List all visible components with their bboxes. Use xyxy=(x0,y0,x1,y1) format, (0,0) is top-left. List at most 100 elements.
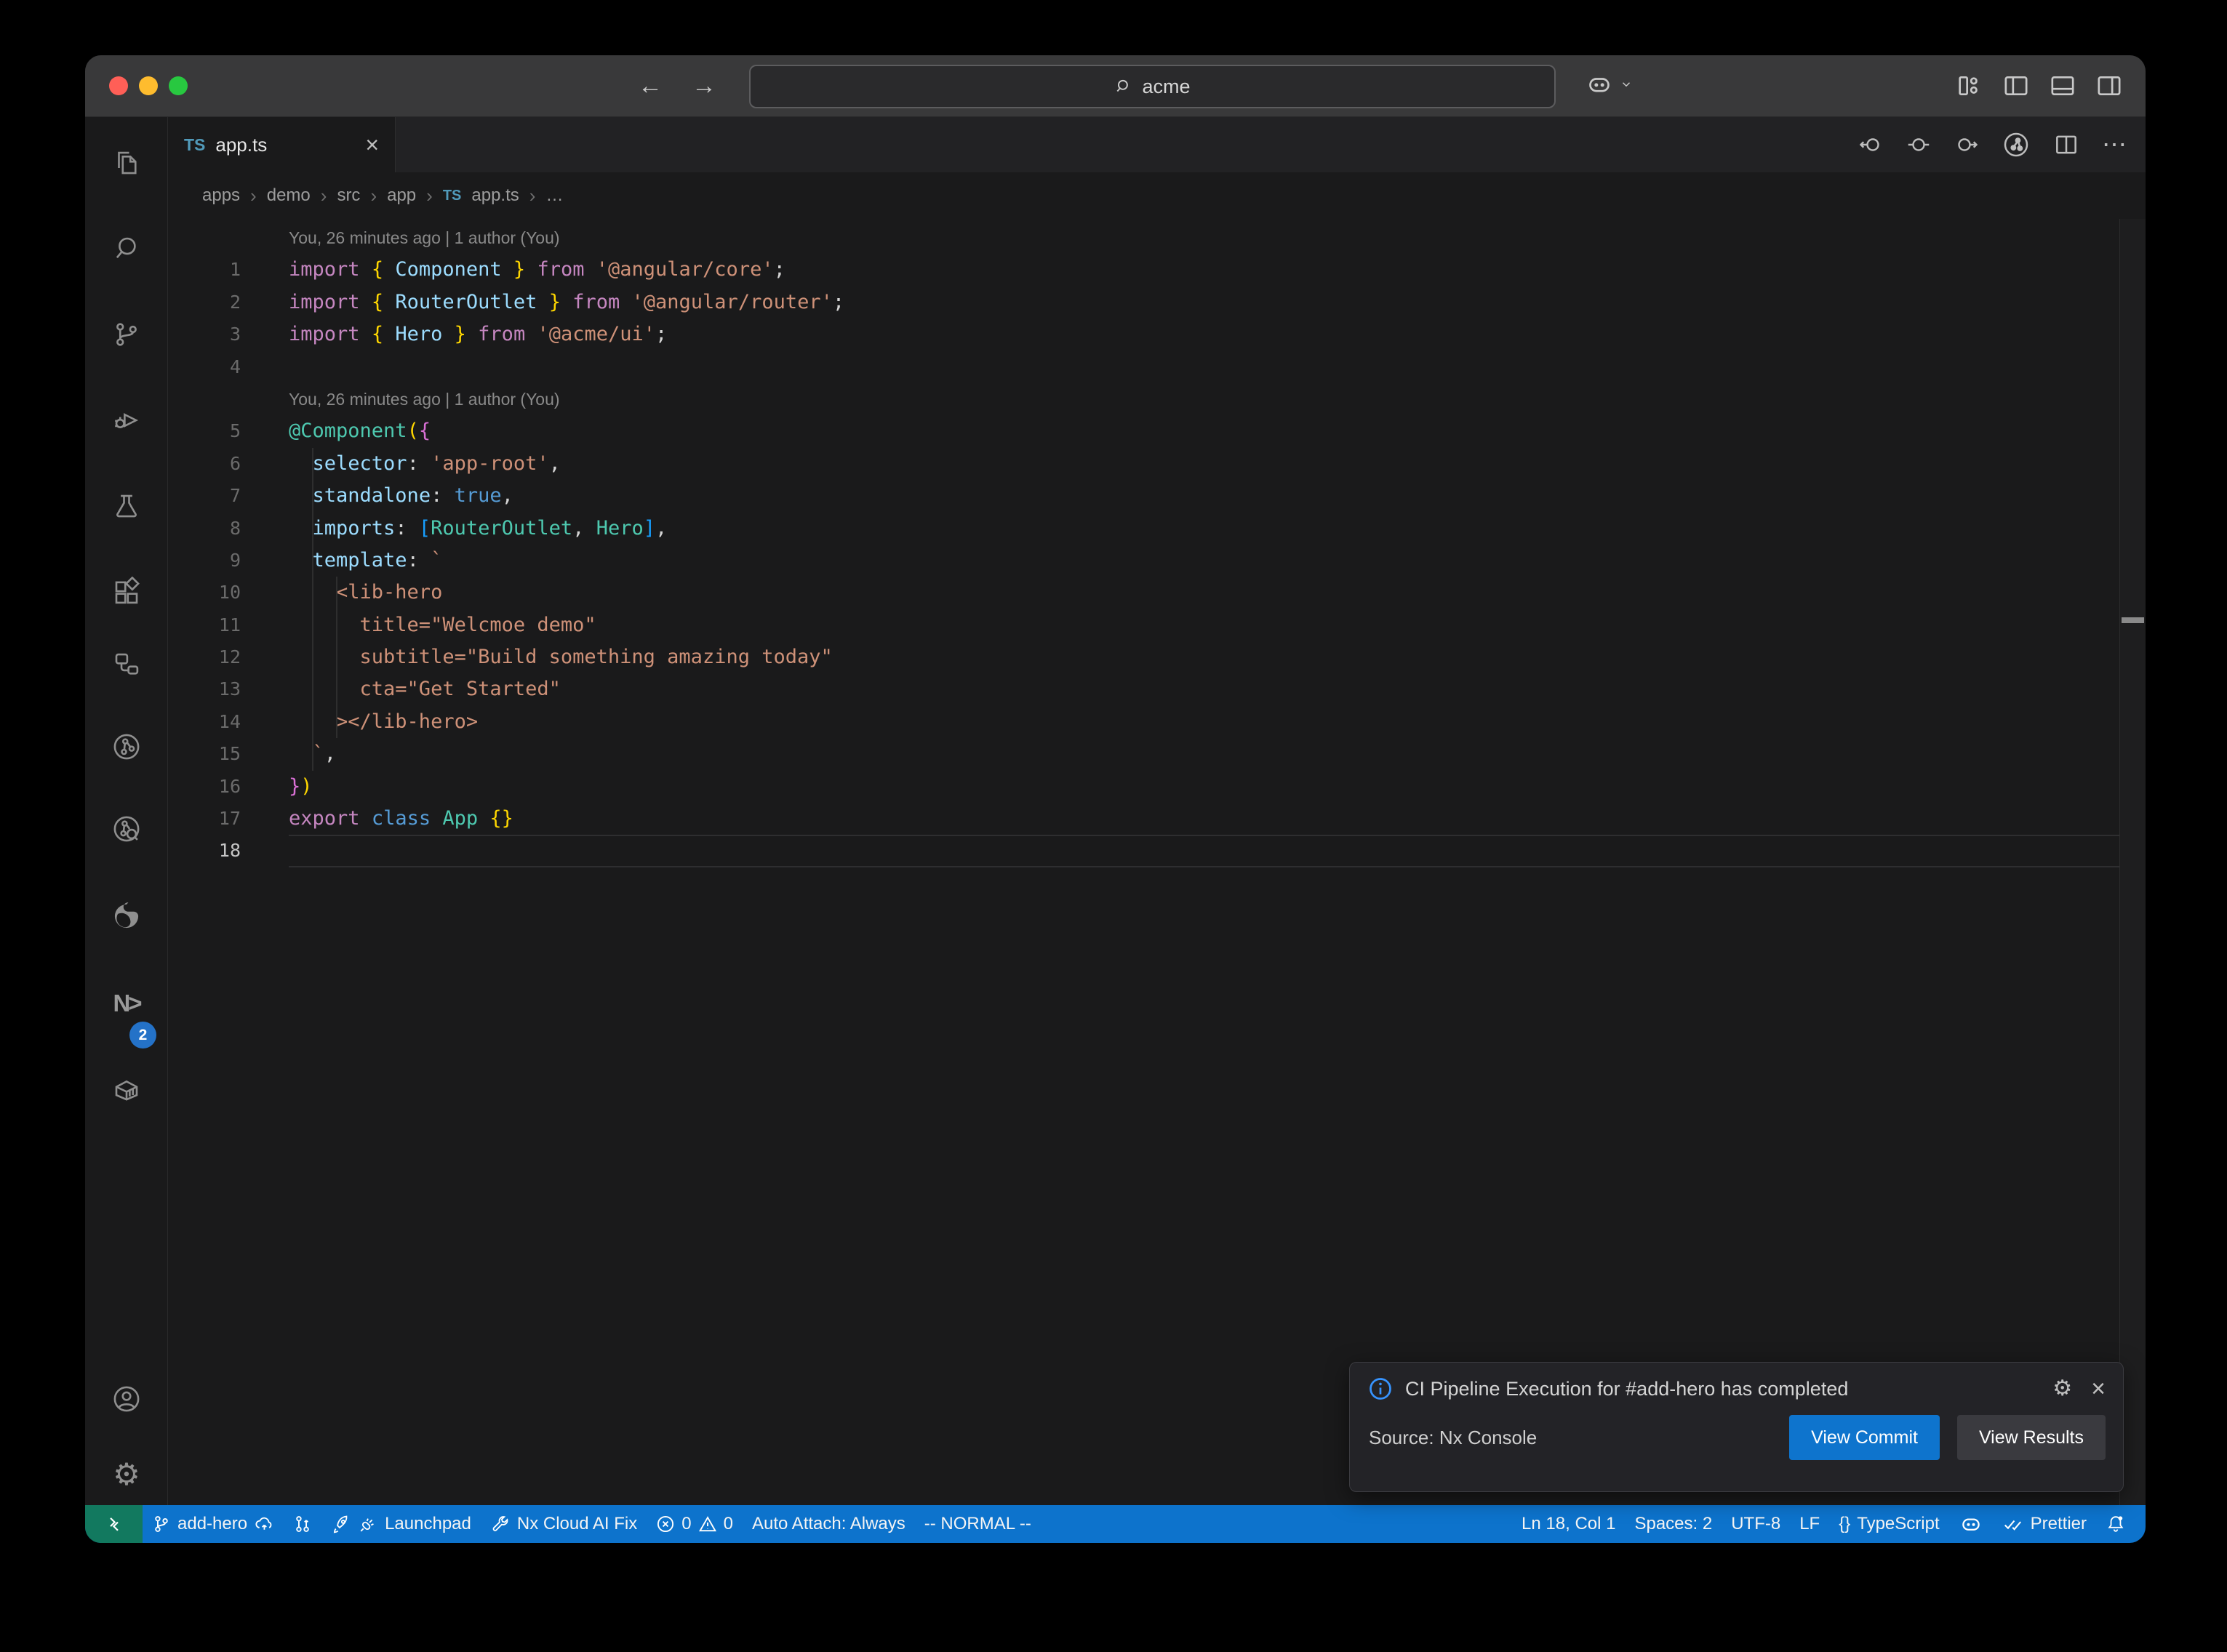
code-row[interactable]: 12 subtitle="Build something amazing tod… xyxy=(168,641,2120,673)
code-row[interactable]: 18 xyxy=(168,835,2120,867)
code-row[interactable]: 2import { RouterOutlet } from '@angular/… xyxy=(168,286,2120,318)
warning-count: 0 xyxy=(724,1514,733,1534)
code-row[interactable]: 13 cta="Get Started" xyxy=(168,673,2120,705)
toggle-primary-sidebar-icon[interactable] xyxy=(2002,71,2031,100)
explorer-icon[interactable] xyxy=(111,147,143,179)
code-area[interactable]: You, 26 minutes ago | 1 author (You) 1imp… xyxy=(168,222,2120,867)
code-row[interactable]: 1import { Component } from '@angular/cor… xyxy=(168,254,2120,286)
blame-annotation: You, 26 minutes ago | 1 author (You) xyxy=(289,383,2120,415)
close-window-button[interactable] xyxy=(109,76,128,95)
code-row[interactable]: 3import { Hero } from '@acme/ui'; xyxy=(168,318,2120,350)
problems-status[interactable]: 0 0 xyxy=(647,1505,743,1543)
minimize-window-button[interactable] xyxy=(139,76,158,95)
auto-attach-status[interactable]: Auto Attach: Always xyxy=(743,1505,915,1543)
code-line: standalone: true, xyxy=(289,480,2120,512)
console-icon[interactable] xyxy=(111,900,143,932)
nx-console-icon[interactable]: N> xyxy=(111,987,143,1019)
overview-ruler[interactable] xyxy=(2119,219,2146,1505)
breadcrumb-item[interactable]: src xyxy=(337,185,360,206)
nx-graph-search-icon[interactable] xyxy=(111,813,143,845)
code-row[interactable]: 5@Component({ xyxy=(168,415,2120,447)
account-icon[interactable] xyxy=(111,1383,143,1415)
previous-change-icon[interactable] xyxy=(1858,132,1884,158)
code-row[interactable]: 8 imports: [RouterOutlet, Hero], xyxy=(168,513,2120,545)
testing-icon[interactable] xyxy=(111,490,143,522)
status-left: add-hero Launc xyxy=(143,1505,1041,1543)
encoding-status[interactable]: UTF-8 xyxy=(1722,1505,1790,1543)
code-line xyxy=(289,351,2120,383)
cloud-upload-icon xyxy=(254,1514,274,1534)
command-center-search[interactable]: acme xyxy=(749,65,1556,108)
next-change-icon[interactable] xyxy=(1954,132,1980,158)
vim-mode-status[interactable]: -- NORMAL -- xyxy=(915,1505,1041,1543)
line-number: 3 xyxy=(168,318,289,350)
branch-status[interactable]: add-hero xyxy=(143,1505,284,1543)
line-number: 11 xyxy=(168,609,289,641)
line-number xyxy=(168,222,289,254)
breadcrumb-item[interactable]: demo xyxy=(267,185,311,206)
code-row[interactable]: 11 title="Welcmoe demo" xyxy=(168,609,2120,641)
view-commit-button[interactable]: View Commit xyxy=(1789,1415,1940,1460)
chevron-right-icon: › xyxy=(426,185,433,207)
typescript-file-icon: TS xyxy=(443,188,462,204)
customize-layout-icon[interactable] xyxy=(1955,71,1984,100)
cursor-position-status[interactable]: Ln 18, Col 1 xyxy=(1512,1505,1625,1543)
container-icon[interactable] xyxy=(111,1075,143,1107)
language-status[interactable]: {} TypeScript xyxy=(1829,1505,1948,1543)
project-structure-icon[interactable] xyxy=(111,649,143,681)
copilot-menu[interactable] xyxy=(1585,70,1633,99)
extensions-icon[interactable] xyxy=(111,576,143,608)
git-compare-status[interactable] xyxy=(284,1505,321,1543)
code-row[interactable]: 10 <lib-hero xyxy=(168,577,2120,609)
remote-indicator[interactable] xyxy=(85,1505,143,1543)
breadcrumb-item[interactable]: app xyxy=(387,185,416,206)
close-tab-icon[interactable]: × xyxy=(365,133,379,156)
back-icon[interactable]: ← xyxy=(638,72,663,100)
code-editor[interactable]: You, 26 minutes ago | 1 author (You) 1imp… xyxy=(168,219,2146,1505)
breadcrumb-item[interactable]: apps xyxy=(202,185,240,206)
view-results-button[interactable]: View Results xyxy=(1957,1415,2106,1460)
toggle-panel-icon[interactable] xyxy=(2048,71,2077,100)
rocket-icon xyxy=(331,1514,351,1534)
run-debug-icon[interactable] xyxy=(111,404,143,436)
formatter-status[interactable]: Prettier xyxy=(1993,1505,2096,1543)
code-row[interactable]: 4 xyxy=(168,351,2120,383)
notifications-bell[interactable] xyxy=(2096,1505,2135,1543)
toggle-secondary-sidebar-icon[interactable] xyxy=(2095,71,2124,100)
code-row[interactable]: 7 standalone: true, xyxy=(168,480,2120,512)
nx-cloud-status[interactable]: Nx Cloud AI Fix xyxy=(481,1505,647,1543)
tab-app-ts[interactable]: TS app.ts × xyxy=(168,117,396,172)
git-branch-icon xyxy=(152,1515,171,1533)
split-editor-icon[interactable] xyxy=(2052,131,2080,159)
more-actions-icon[interactable]: ⋯ xyxy=(2102,130,2127,159)
code-row[interactable]: 17export class App {} xyxy=(168,803,2120,835)
zoom-window-button[interactable] xyxy=(169,76,188,95)
search-sidebar-icon[interactable] xyxy=(111,233,143,265)
nx-cloud-label: Nx Cloud AI Fix xyxy=(517,1514,637,1534)
eol-status[interactable]: LF xyxy=(1790,1505,1829,1543)
forward-icon[interactable]: → xyxy=(692,72,716,100)
launchpad-status[interactable]: Launchpad xyxy=(321,1505,481,1543)
code-row[interactable]: 14 ></lib-hero> xyxy=(168,706,2120,738)
code-line: selector: 'app-root', xyxy=(289,448,2120,480)
plug-icon xyxy=(358,1514,378,1534)
indent-guide xyxy=(336,577,337,738)
notification-settings-icon[interactable]: ⚙ xyxy=(2052,1378,2072,1400)
code-row[interactable]: 16}) xyxy=(168,771,2120,803)
code-row[interactable]: 15 `, xyxy=(168,738,2120,770)
line-number: 17 xyxy=(168,803,289,835)
code-line: }) xyxy=(289,771,2120,803)
source-control-icon[interactable] xyxy=(111,318,143,350)
close-icon[interactable]: × xyxy=(2091,1378,2106,1400)
nx-graph-action-icon[interactable] xyxy=(2002,130,2031,159)
settings-gear-icon[interactable]: ⚙ xyxy=(111,1459,143,1491)
code-row[interactable]: 6 selector: 'app-root', xyxy=(168,448,2120,480)
breadcrumb-overflow[interactable]: … xyxy=(545,185,563,206)
breadcrumb-file[interactable]: app.ts xyxy=(471,185,519,206)
nx-project-graph-icon[interactable] xyxy=(111,731,143,763)
copilot-status[interactable] xyxy=(1949,1505,1993,1543)
change-icon[interactable] xyxy=(1906,132,1932,158)
indentation-status[interactable]: Spaces: 2 xyxy=(1625,1505,1722,1543)
code-row[interactable]: 9 template: ` xyxy=(168,545,2120,577)
line-number: 9 xyxy=(168,545,289,577)
